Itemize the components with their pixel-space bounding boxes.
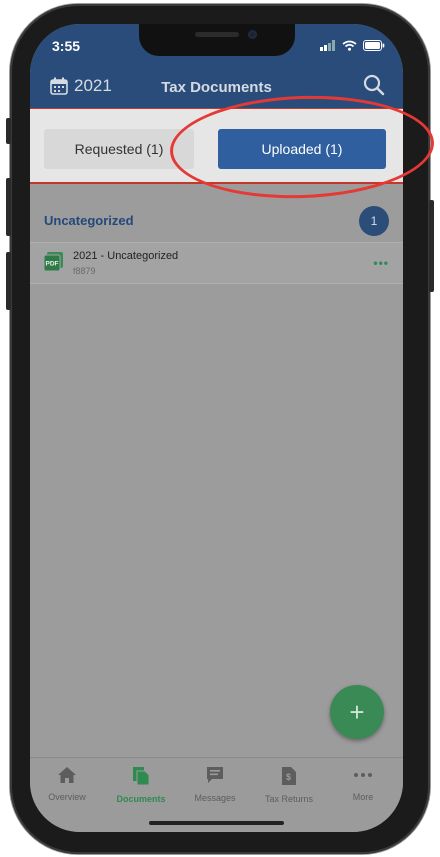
battery-icon bbox=[363, 40, 385, 51]
nav-more[interactable]: More bbox=[326, 766, 400, 802]
nav-label: Documents bbox=[116, 794, 166, 804]
more-options-button[interactable]: ••• bbox=[373, 256, 389, 270]
more-icon bbox=[354, 773, 372, 777]
documents-icon bbox=[133, 767, 150, 786]
section-header: Uncategorized 1 bbox=[30, 204, 403, 238]
phone-side-button bbox=[6, 178, 11, 236]
search-icon bbox=[363, 74, 385, 96]
pdf-icon: PDF bbox=[44, 252, 63, 272]
home-indicator bbox=[149, 821, 284, 825]
phone-side-button bbox=[6, 118, 11, 144]
nav-label: More bbox=[352, 792, 374, 802]
count-badge: 1 bbox=[359, 206, 389, 236]
nav-label: Overview bbox=[48, 792, 86, 802]
page-title: Tax Documents bbox=[161, 79, 272, 96]
phone-side-button bbox=[429, 200, 434, 292]
nav-documents[interactable]: Documents bbox=[104, 766, 178, 804]
status-icons bbox=[320, 40, 385, 51]
notch bbox=[139, 24, 295, 56]
tax-returns-icon: $ bbox=[282, 767, 296, 785]
document-title: 2021 - Uncategorized bbox=[73, 250, 179, 262]
document-row[interactable]: PDF 2021 - Uncategorized f8879 ••• bbox=[30, 242, 403, 284]
phone-side-button bbox=[6, 252, 11, 310]
signal-icon bbox=[320, 40, 335, 51]
home-icon bbox=[58, 767, 76, 783]
document-subtitle: f8879 bbox=[73, 266, 96, 276]
messages-icon bbox=[207, 767, 223, 783]
section-title: Uncategorized bbox=[44, 213, 134, 228]
nav-label: Tax Returns bbox=[264, 794, 314, 804]
add-document-button[interactable]: + bbox=[330, 685, 384, 739]
svg-text:$: $ bbox=[286, 772, 291, 782]
speaker bbox=[195, 32, 239, 37]
svg-text:PDF: PDF bbox=[46, 261, 59, 268]
wifi-icon bbox=[342, 40, 357, 51]
nav-messages[interactable]: Messages bbox=[178, 766, 252, 803]
nav-label: Messages bbox=[194, 793, 236, 803]
nav-overview[interactable]: Overview bbox=[30, 766, 104, 802]
front-camera bbox=[248, 30, 257, 39]
nav-tax-returns[interactable]: $ Tax Returns bbox=[252, 766, 326, 804]
status-time: 3:55 bbox=[52, 38, 81, 54]
search-button[interactable] bbox=[363, 74, 385, 101]
